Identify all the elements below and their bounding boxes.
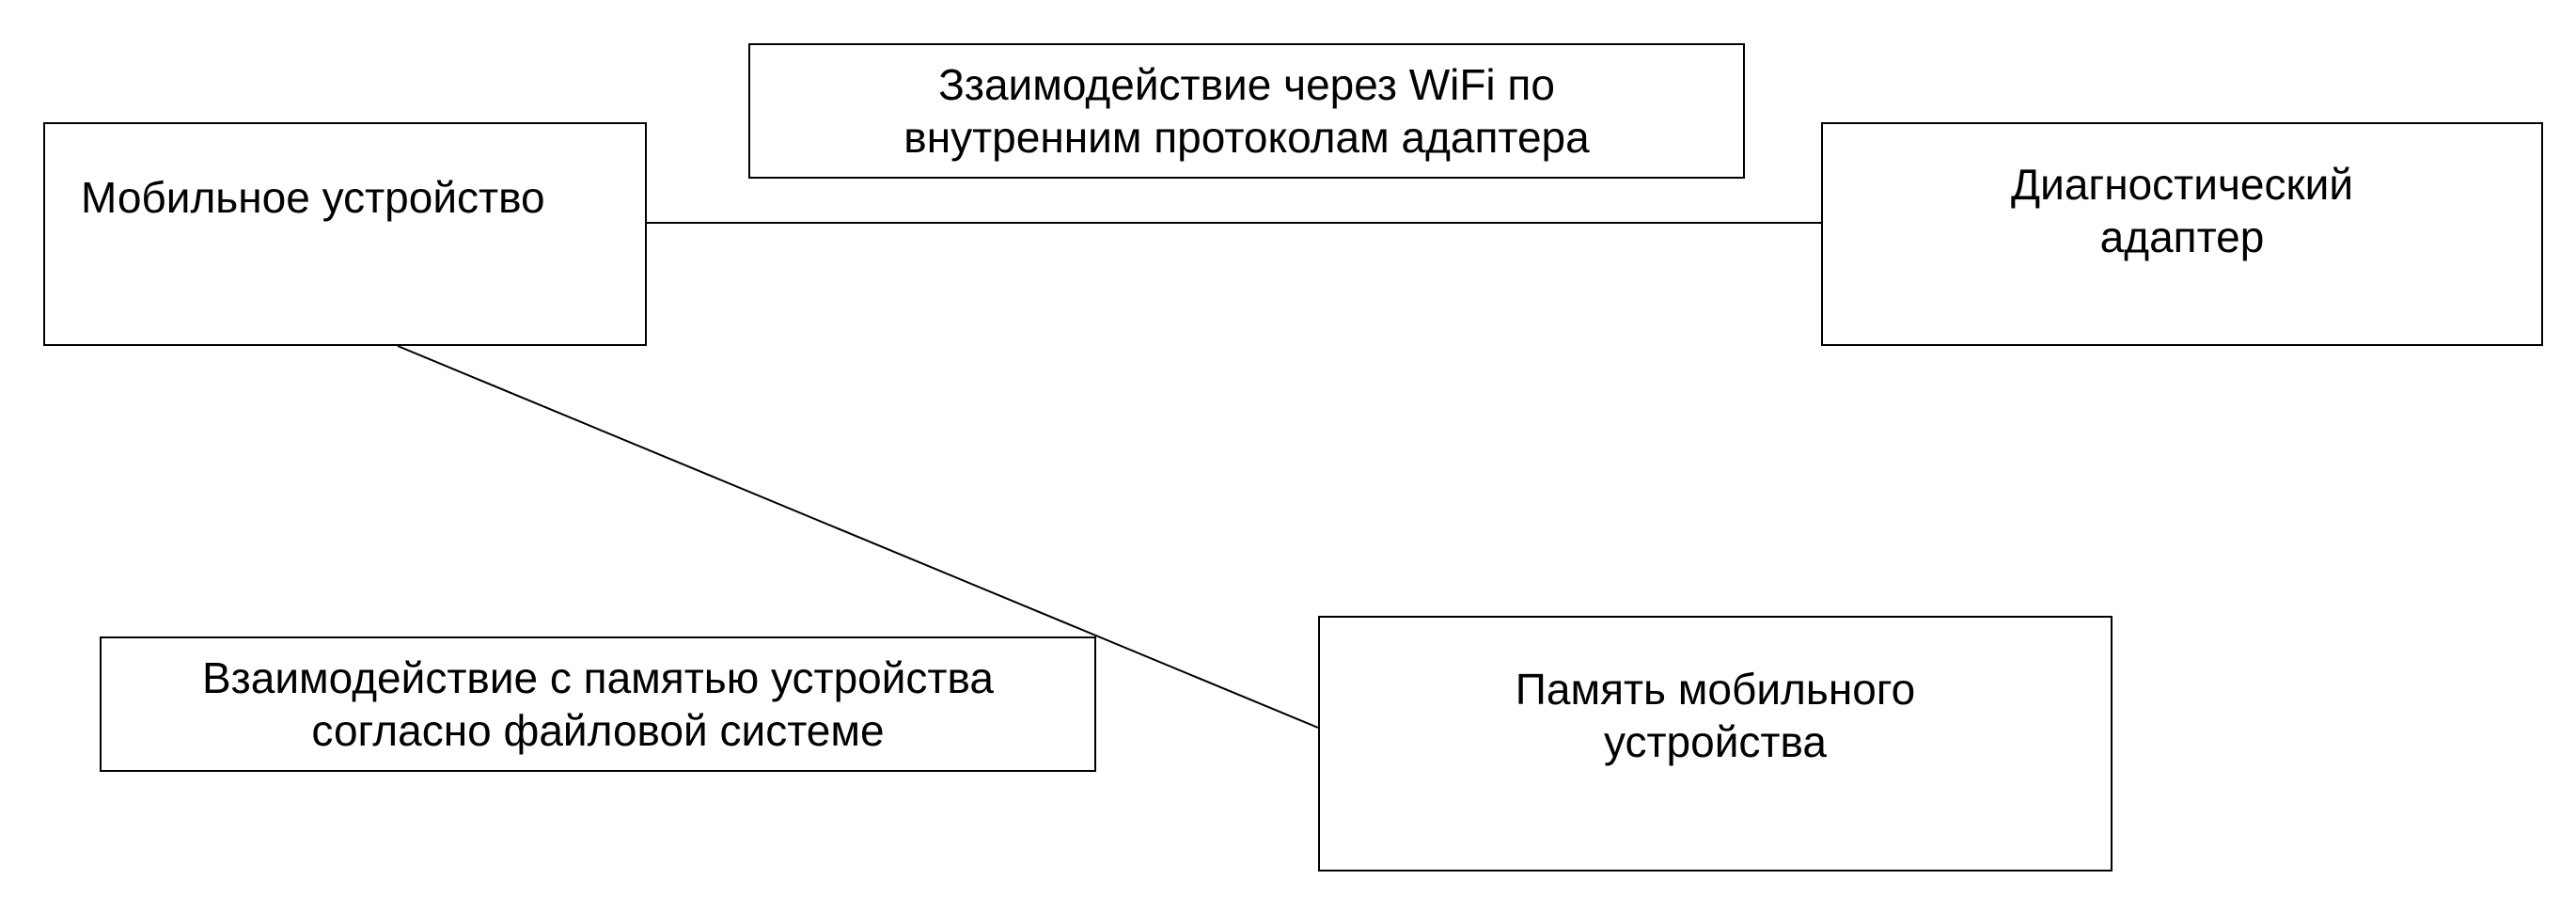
file-system-interaction-text: Взаимодействие с памятью устройства согл… [102,652,1094,757]
wifi-interaction-note: Ззаимодействие через WiFi по внутренним … [748,43,1745,179]
file-system-interaction-note: Взаимодействие с памятью устройства согл… [100,636,1096,772]
diagnostic-adapter-line-1: Диагностический [2010,160,2354,209]
diagnostic-adapter-line-2: адаптер [2099,212,2265,261]
file-system-interaction-line-2: согласно файловой системе [311,706,885,755]
device-memory-node: Память мобильного устройства [1318,616,2113,872]
file-system-interaction-line-1: Взаимодействие с памятью устройства [201,653,995,702]
wifi-interaction-line-1: Ззаимодействие через WiFi по [938,60,1555,109]
device-memory-line-2: устройства [1604,717,1827,766]
diagnostic-adapter-node: Диагностический адаптер [1821,122,2543,346]
wifi-interaction-line-2: внутренним протоколам адаптера [903,113,1590,162]
device-memory-line-1: Память мобильного [1515,665,1916,714]
diagram-canvas: Ззаимодействие через WiFi по внутренним … [0,0,2576,911]
device-memory-label: Память мобильного устройства [1320,663,2111,768]
diagnostic-adapter-label: Диагностический адаптер [1823,158,2541,263]
mobile-device-label: Мобильное устройство [81,173,545,222]
mobile-device-node: Мобильное устройство [43,122,647,346]
wifi-interaction-text: Ззаимодействие через WiFi по внутренним … [750,58,1743,164]
